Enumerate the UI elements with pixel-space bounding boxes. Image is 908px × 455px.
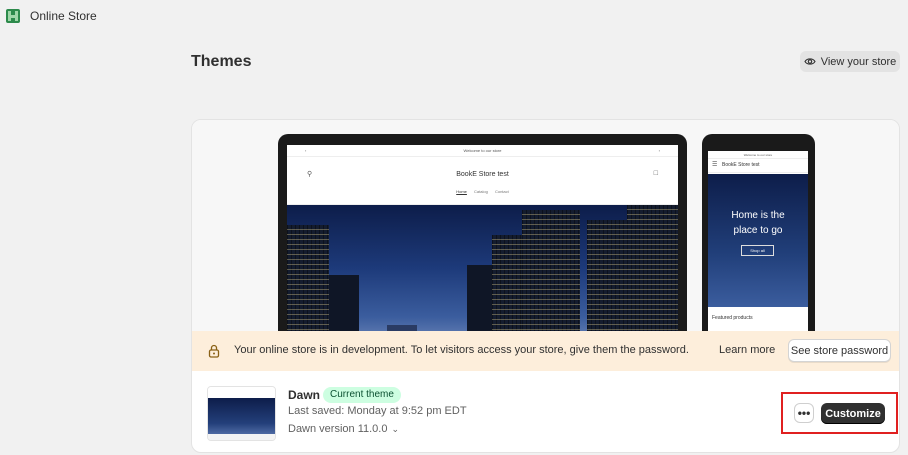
last-saved-text: Last saved: Monday at 9:52 pm EDT [288, 405, 467, 417]
mobile-announcement: Welcome to our store [708, 151, 808, 159]
store-name: BookE Store test [456, 171, 509, 178]
current-theme-badge: Current theme [323, 387, 401, 403]
mobile-preview: Welcome to our store ☰ BookE Store test … [702, 134, 815, 349]
chevron-left-icon: ‹ [305, 148, 307, 153]
see-store-password-button[interactable]: See store password [788, 339, 891, 362]
hero-shop-button: Shop all [741, 245, 774, 256]
theme-card: ‹ Welcome to our store › ⚲ BookE Store t… [191, 119, 900, 453]
hero-heading-line2: place to go [733, 225, 783, 236]
hero-image [287, 205, 678, 345]
desktop-preview: ‹ Welcome to our store › ⚲ BookE Store t… [278, 134, 687, 349]
mobile-store-name: BookE Store test [722, 162, 760, 168]
featured-heading: Featured products [712, 315, 753, 321]
development-banner: Your online store is in development. To … [192, 331, 899, 371]
menu-icon: ☰ [712, 162, 718, 168]
lock-icon [208, 344, 220, 358]
mobile-header: ☰ BookE Store test [708, 159, 808, 173]
view-store-button[interactable]: View your store [800, 51, 900, 72]
nav-item-contact: Contact [494, 189, 509, 194]
mobile-hero: Home is the place to go Shop all [708, 174, 808, 307]
desktop-preview-screen: ‹ Welcome to our store › ⚲ BookE Store t… [287, 145, 678, 345]
theme-version-dropdown[interactable]: Dawn version 11.0.0 ⌄ [288, 423, 399, 435]
store-nav: Home Catalog Contact [287, 189, 678, 194]
top-bar: Online Store [0, 0, 908, 32]
chevron-right-icon: › [658, 148, 660, 153]
cart-icon: □ [653, 170, 658, 177]
theme-name: Dawn [288, 388, 321, 402]
eye-icon [804, 58, 816, 65]
online-store-icon [6, 9, 20, 23]
learn-more-link[interactable]: Learn more [719, 344, 775, 356]
theme-preview: ‹ Welcome to our store › ⚲ BookE Store t… [192, 120, 899, 349]
nav-item-catalog: Catalog [474, 189, 488, 194]
theme-thumbnail [207, 386, 276, 441]
theme-version-label: Dawn version 11.0.0 [288, 423, 388, 435]
mobile-preview-screen: Welcome to our store ☰ BookE Store test … [708, 151, 808, 347]
page-title: Themes [191, 53, 252, 70]
chevron-down-icon: ⌄ [391, 424, 400, 434]
more-actions-button[interactable]: ••• [794, 403, 814, 423]
nav-item-home: Home [456, 189, 467, 194]
hero-heading-line1: Home is the [731, 210, 785, 221]
view-store-label: View your store [820, 55, 897, 68]
announcement-text: Welcome to our store [463, 148, 502, 153]
customize-button[interactable]: Customize [821, 403, 885, 424]
banner-text: Your online store is in development. To … [234, 344, 689, 356]
store-header: ⚲ BookE Store test □ Home Catalog Contac… [287, 157, 678, 205]
announcement-bar: ‹ Welcome to our store › [287, 145, 678, 157]
app-title: Online Store [30, 9, 97, 23]
